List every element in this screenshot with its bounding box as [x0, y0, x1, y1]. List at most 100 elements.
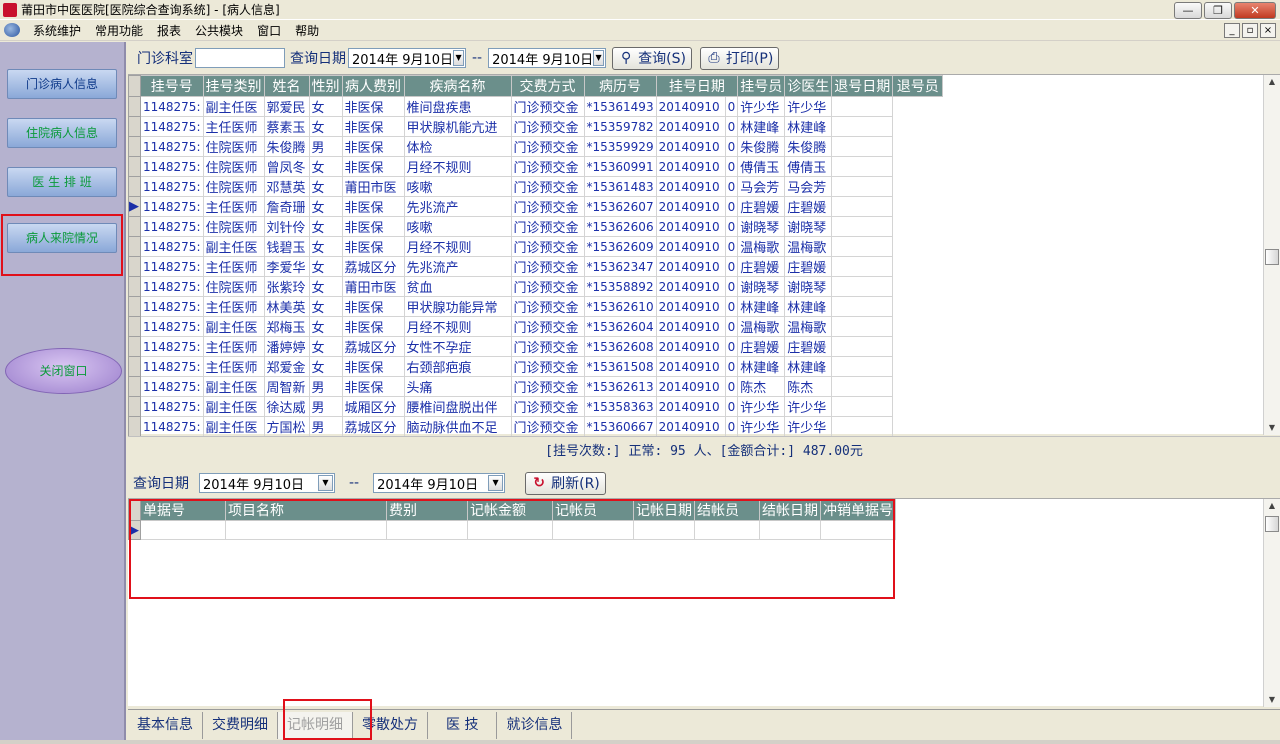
table-cell[interactable]	[831, 356, 894, 377]
table-cell[interactable]: 门诊预交金	[510, 96, 585, 117]
detail-grid-scrollbar[interactable]: ▲ ▼	[1263, 499, 1280, 707]
table-row[interactable]: 1148275: 住院医师 朱俊腾男非医保 体检 门诊预交金 *15359929 20140…	[128, 136, 943, 157]
table-cell[interactable]: 非医保	[341, 96, 405, 117]
table-cell[interactable]: 门诊预交金	[510, 236, 585, 257]
table-cell[interactable]: 詹奇珊	[263, 196, 310, 217]
scroll-down-icon[interactable]: ▼	[1264, 693, 1280, 707]
table-cell[interactable]: 1148275:	[140, 156, 204, 177]
table-cell[interactable]: 0	[724, 176, 739, 197]
table-cell[interactable]: 20140910	[655, 316, 726, 337]
table-cell[interactable]: 刘针伶	[263, 216, 310, 237]
table-cell[interactable]: *15362604	[583, 316, 657, 337]
table-cell[interactable]: *15358892	[583, 276, 657, 297]
table-cell[interactable]: 女	[308, 356, 343, 377]
table-cell[interactable]: 贫血	[403, 276, 512, 297]
menu-public-module[interactable]: 公共模块	[188, 22, 250, 39]
table-cell[interactable]: 蔡素玉	[263, 116, 310, 137]
table-cell[interactable]: 林建峰	[737, 296, 786, 317]
table-cell[interactable]: 先兆流产	[403, 256, 512, 277]
table-cell[interactable]: 郑梅玉	[263, 316, 310, 337]
table-cell[interactable]	[831, 296, 894, 317]
table-cell[interactable]: 温梅歌	[784, 316, 833, 337]
table-cell[interactable]: 非医保	[341, 216, 405, 237]
table-cell[interactable]: 林美英	[263, 296, 310, 317]
detail-date-from-picker[interactable]: 2014年 9月10日 ▼	[199, 473, 335, 493]
table-cell[interactable]: 张紫玲	[263, 276, 310, 297]
table-row[interactable]: 1148275: 副主任医 郭爱民女非医保 椎间盘疾患 门诊预交金 *15361493 20…	[128, 96, 943, 117]
table-cell[interactable]: 20140910	[655, 196, 726, 217]
minimize-button[interactable]: —	[1174, 2, 1202, 19]
table-cell[interactable]: 20140910	[655, 296, 726, 317]
menu-help[interactable]: 帮助	[288, 22, 326, 39]
table-cell[interactable]: 门诊预交金	[510, 136, 585, 157]
table-cell[interactable]: 头痛	[403, 376, 512, 397]
table-cell[interactable]: 20140910	[655, 336, 726, 357]
table-cell[interactable]: 林建峰	[784, 116, 833, 137]
column-header[interactable]: 挂号号	[140, 75, 204, 97]
table-cell[interactable]: 陈杰	[737, 376, 786, 397]
table-cell[interactable]: 门诊预交金	[510, 176, 585, 197]
table-cell[interactable]: 女	[308, 296, 343, 317]
table-cell[interactable]: 女	[308, 156, 343, 177]
table-cell[interactable]: 椎间盘疾患	[403, 96, 512, 117]
table-cell[interactable]: 副主任医	[202, 376, 265, 397]
table-cell[interactable]: 副主任医	[202, 236, 265, 257]
scroll-thumb[interactable]	[1265, 249, 1279, 265]
table-cell[interactable]: 马会芳	[784, 176, 833, 197]
table-cell[interactable]: 傅倩玉	[737, 156, 786, 177]
table-cell[interactable]: 0	[724, 236, 739, 257]
table-cell[interactable]: 庄碧媛	[737, 256, 786, 277]
table-cell[interactable]: 温梅歌	[737, 236, 786, 257]
table-cell[interactable]: 门诊预交金	[510, 256, 585, 277]
table-cell[interactable]: *15362609	[583, 236, 657, 257]
table-cell[interactable]	[831, 176, 894, 197]
table-cell[interactable]: 方国松	[263, 416, 310, 437]
mdi-minimize-button[interactable]: _	[1224, 23, 1240, 38]
table-cell[interactable]: 男	[308, 136, 343, 157]
table-cell[interactable]: 门诊预交金	[510, 316, 585, 337]
table-cell[interactable]: 月经不规则	[403, 316, 512, 337]
table-cell[interactable]: 20140910	[655, 136, 726, 157]
maximize-button[interactable]: ❐	[1204, 2, 1232, 19]
table-cell[interactable]: 朱俊腾	[263, 136, 310, 157]
table-cell[interactable]: 1148275:	[140, 336, 204, 357]
table-cell[interactable]: 咳嗽	[403, 176, 512, 197]
table-cell[interactable]: 副主任医	[202, 316, 265, 337]
table-cell[interactable]: 20140910	[655, 236, 726, 257]
table-cell[interactable]: 莆田市医	[341, 276, 405, 297]
chevron-down-icon[interactable]: ▼	[453, 50, 464, 66]
tab-basic-info[interactable]: 基本信息	[128, 712, 203, 739]
table-cell[interactable]: 住院医师	[202, 156, 265, 177]
table-cell[interactable]: *15360991	[583, 156, 657, 177]
app-menu-icon[interactable]	[4, 23, 20, 37]
print-button[interactable]: ⎙ 打印(P)	[699, 46, 780, 70]
table-cell[interactable]: 非医保	[341, 196, 405, 217]
table-cell[interactable]	[831, 276, 894, 297]
chevron-down-icon[interactable]: ▼	[593, 50, 605, 66]
table-cell[interactable]: 郭爱民	[263, 96, 310, 117]
table-cell[interactable]: 0	[724, 396, 739, 417]
column-header[interactable]: 退号日期	[831, 75, 894, 97]
tab-visit-info[interactable]: 就诊信息	[497, 712, 573, 739]
close-button[interactable]: ✕	[1234, 2, 1276, 19]
table-cell[interactable]: 1148275:	[140, 176, 204, 197]
table-cell[interactable]: *15362608	[583, 336, 657, 357]
table-cell[interactable]: 脑动脉供血不足	[403, 416, 512, 437]
sidebar-item-inpatient[interactable]: 住院病人信息	[7, 118, 117, 148]
table-cell[interactable]: *15361493	[583, 96, 657, 117]
chevron-down-icon[interactable]: ▼	[318, 475, 333, 491]
table-cell[interactable]: 门诊预交金	[510, 116, 585, 137]
table-cell[interactable]: 周智新	[263, 376, 310, 397]
table-cell[interactable]: *15359929	[583, 136, 657, 157]
table-cell[interactable]: 林建峰	[737, 116, 786, 137]
date-from-picker[interactable]: 2014年 9月10日 ▼	[348, 48, 466, 68]
table-cell[interactable]: 0	[724, 196, 739, 217]
table-cell[interactable]: 门诊预交金	[510, 336, 585, 357]
table-cell[interactable]: 非医保	[341, 156, 405, 177]
table-cell[interactable]: 庄碧媛	[784, 196, 833, 217]
table-cell[interactable]: 0	[724, 356, 739, 377]
table-cell[interactable]: 温梅歌	[737, 316, 786, 337]
table-row[interactable]: 1148275: 副主任医 郑梅玉女非医保 月经不规则 门诊预交金 *15362604 20…	[128, 316, 943, 337]
table-cell[interactable]: 马会芳	[737, 176, 786, 197]
menu-report[interactable]: 报表	[150, 22, 188, 39]
